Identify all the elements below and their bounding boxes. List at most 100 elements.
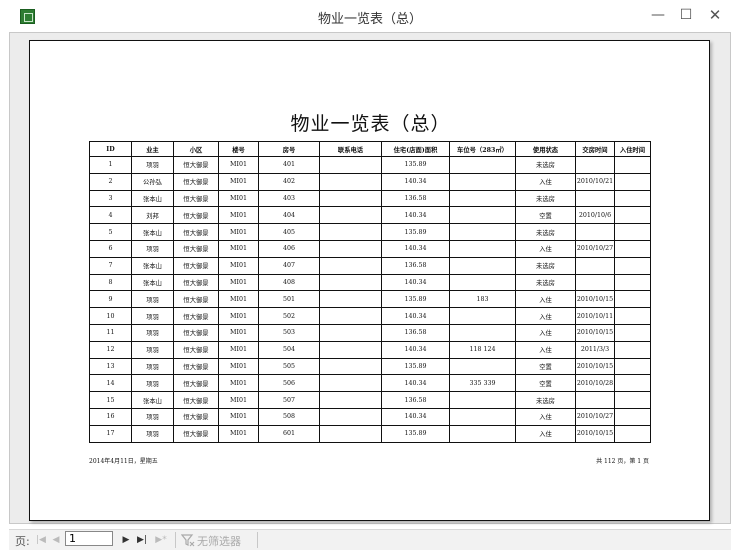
column-header: 使用状态 (515, 141, 576, 157)
page-label: 页: (15, 535, 30, 548)
no-filter-label[interactable]: 无筛选器 (197, 533, 241, 549)
page-number-input[interactable] (65, 531, 113, 546)
table-cell: 6 (89, 239, 132, 258)
table-cell: 恒大御景 (173, 273, 219, 292)
table-cell: 恒大御景 (173, 391, 219, 409)
table-cell: 项羽 (131, 374, 174, 393)
table-cell: 2010/10/15 (575, 424, 615, 443)
table-cell: 项羽 (131, 156, 174, 174)
column-header: 小区 (173, 141, 219, 157)
table-cell: 501 (258, 290, 320, 309)
previous-page-icon[interactable]: ◀ (50, 533, 62, 547)
report-page: 物业一览表（总） ID 业主 小区 楼号 房号 联系电话 住宅(店面)面积 车位号（283㎡）… (29, 40, 710, 521)
table-cell (614, 407, 651, 426)
table-cell: 空置 (515, 357, 576, 376)
minimize-button[interactable]: — (646, 4, 670, 26)
table-cell: 2010/10/11 (575, 307, 615, 325)
table-cell: 张本山 (131, 189, 174, 208)
table-cell: 406 (258, 239, 320, 258)
table-cell (319, 223, 382, 241)
table-row: 5 张本山 恒大御景 MI01 405 135.89 未选房 (89, 223, 651, 241)
table-cell (319, 239, 382, 258)
table-cell (614, 172, 651, 191)
table-cell (575, 156, 615, 174)
column-header: 房号 (258, 141, 320, 157)
table-cell: 136.58 (381, 391, 450, 409)
table-cell (614, 223, 651, 241)
table-cell (319, 172, 382, 191)
table-cell: 140.34 (381, 374, 450, 393)
table-cell: 135.89 (381, 290, 450, 309)
table-cell: 项羽 (131, 340, 174, 359)
table-cell: 505 (258, 357, 320, 376)
table-cell: 502 (258, 307, 320, 325)
table-cell: 140.34 (381, 206, 450, 225)
table-cell (319, 307, 382, 325)
table-cell: MI01 (218, 273, 259, 292)
table-cell: 507 (258, 391, 320, 409)
table-cell: 136.58 (381, 189, 450, 208)
new-record-icon[interactable]: ▶* (152, 533, 170, 547)
filter-icon (181, 534, 195, 547)
table-cell: MI01 (218, 374, 259, 393)
table-cell: 2010/10/15 (575, 323, 615, 342)
close-button[interactable]: ✕ (703, 4, 727, 26)
table-cell: 3 (89, 189, 132, 208)
table-cell: 未选房 (515, 189, 576, 208)
table-cell: 140.34 (381, 239, 450, 258)
first-page-icon[interactable]: |◀ (35, 533, 47, 547)
report-table: ID 业主 小区 楼号 房号 联系电话 住宅(店面)面积 车位号（283㎡） 使用状态 交房时间入… (89, 141, 651, 443)
table-cell (575, 223, 615, 241)
table-cell (614, 206, 651, 225)
table-row: 13 项羽 恒大御景 MI01 505 135.89 空置 2010/10/15 (89, 357, 651, 376)
table-cell (614, 307, 651, 325)
table-cell: 2010/10/21 (575, 172, 615, 191)
table-cell: MI01 (218, 290, 259, 309)
table-cell: 17 (89, 424, 132, 443)
table-cell (614, 273, 651, 292)
table-cell: 135.89 (381, 156, 450, 174)
table-cell (614, 290, 651, 309)
table-cell: 未选房 (515, 223, 576, 241)
table-cell: MI01 (218, 256, 259, 275)
table-cell: 504 (258, 340, 320, 359)
table-cell: 空置 (515, 206, 576, 225)
maximize-button[interactable]: ☐ (674, 4, 698, 26)
next-page-icon[interactable]: ▶ (120, 533, 132, 547)
table-cell: 140.34 (381, 407, 450, 426)
table-cell: 2010/10/6 (575, 206, 615, 225)
table-cell: 140.34 (381, 307, 450, 325)
column-header: 车位号（283㎡） (449, 141, 516, 157)
table-cell (614, 323, 651, 342)
table-cell: 入住 (515, 407, 576, 426)
table-cell (319, 340, 382, 359)
table-cell: 405 (258, 223, 320, 241)
table-cell (449, 424, 516, 443)
table-cell (449, 256, 516, 275)
table-cell: 13 (89, 357, 132, 376)
table-cell: 恒大御景 (173, 407, 219, 426)
table-cell: 项羽 (131, 407, 174, 426)
table-cell (319, 407, 382, 426)
table-cell: 项羽 (131, 290, 174, 309)
table-cell (614, 340, 651, 359)
table-cell: 项羽 (131, 323, 174, 342)
table-cell: 401 (258, 156, 320, 174)
table-cell (449, 172, 516, 191)
report-title: 物业一览表（总） (290, 113, 451, 135)
table-row: 10 项羽 恒大御景 MI01 502 140.34 入住 2010/10/11 (89, 307, 651, 325)
table-cell (319, 273, 382, 292)
table-cell: 118 124 (449, 340, 516, 359)
table-cell: 恒大御景 (173, 172, 219, 191)
column-header: 住宅(店面)面积 (381, 141, 450, 157)
table-cell: 402 (258, 172, 320, 191)
table-cell: MI01 (218, 172, 259, 191)
table-cell: MI01 (218, 189, 259, 208)
table-cell: 恒大御景 (173, 189, 219, 208)
table-cell (319, 156, 382, 174)
table-cell (319, 256, 382, 275)
table-cell: 空置 (515, 374, 576, 393)
table-cell (319, 391, 382, 409)
table-cell: 503 (258, 323, 320, 342)
last-page-icon[interactable]: ▶| (136, 533, 148, 547)
